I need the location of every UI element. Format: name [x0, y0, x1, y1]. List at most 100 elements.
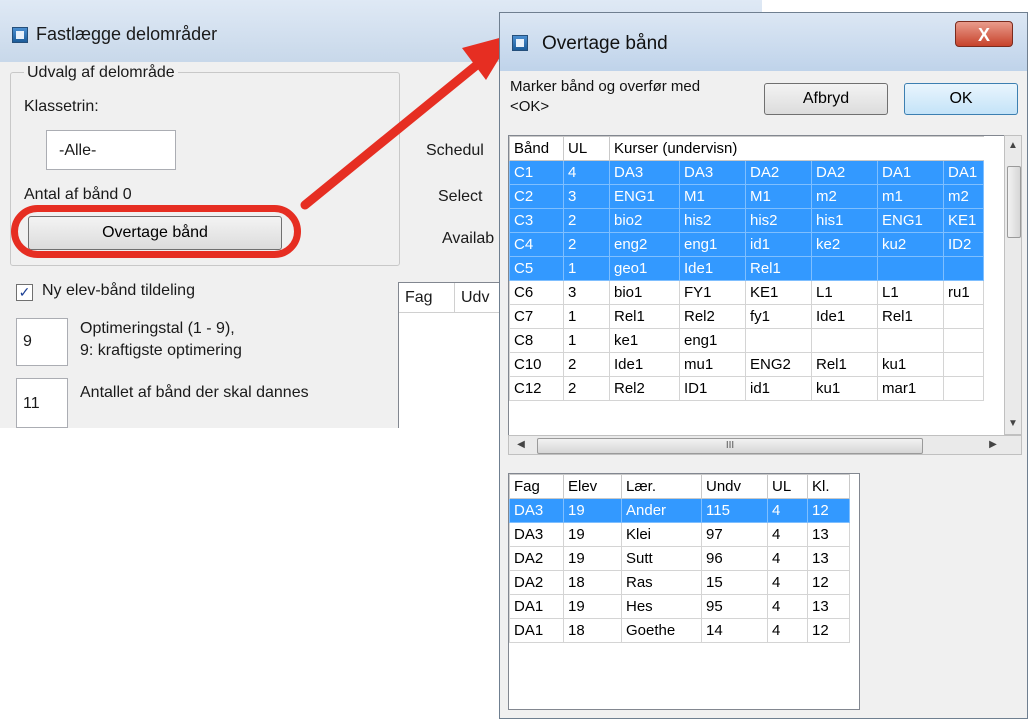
- band-cell[interactable]: C3: [509, 208, 564, 233]
- detail-cell[interactable]: Hes: [621, 594, 702, 619]
- band-cell[interactable]: [943, 328, 984, 353]
- band-cell[interactable]: 1: [563, 328, 610, 353]
- detail-cell[interactable]: 18: [563, 618, 622, 643]
- band-cell[interactable]: 2: [563, 376, 610, 401]
- detail-row[interactable]: DA1 19 Hes 95 4 13: [509, 594, 850, 619]
- band-cell[interactable]: ku1: [811, 376, 878, 401]
- detail-cell[interactable]: 96: [701, 546, 768, 571]
- band-row[interactable]: C5 1 geo1 Ide1 Rel1: [509, 256, 984, 281]
- detail-column-header[interactable]: Elev: [563, 474, 622, 499]
- band-cell[interactable]: 1: [563, 304, 610, 329]
- band-row[interactable]: C3 2 bio2 his2 his2 his1 ENG1 KE1: [509, 208, 984, 233]
- band-cell[interactable]: C4: [509, 232, 564, 257]
- detail-cell[interactable]: DA2: [509, 546, 564, 571]
- detail-cell[interactable]: 115: [701, 498, 768, 523]
- band-cell[interactable]: ke2: [811, 232, 878, 257]
- band-cell[interactable]: ke1: [609, 328, 680, 353]
- band-cell[interactable]: [877, 328, 944, 353]
- detail-cell[interactable]: 13: [807, 594, 850, 619]
- detail-column-header[interactable]: Undv: [701, 474, 768, 499]
- band-cell[interactable]: DA2: [811, 160, 878, 185]
- band-cell[interactable]: FY1: [679, 280, 746, 305]
- detail-cell[interactable]: DA2: [509, 570, 564, 595]
- band-cell[interactable]: C6: [509, 280, 564, 305]
- band-cell[interactable]: id1: [745, 376, 812, 401]
- band-cell[interactable]: [943, 352, 984, 377]
- scroll-right-arrow-icon[interactable]: ▶: [985, 439, 1001, 450]
- band-cell[interactable]: ENG1: [877, 208, 944, 233]
- band-cell[interactable]: ID2: [943, 232, 984, 257]
- vertical-scroll-thumb[interactable]: [1007, 166, 1021, 238]
- band-cell[interactable]: [943, 304, 984, 329]
- band-cell[interactable]: m2: [811, 184, 878, 209]
- band-cell[interactable]: eng2: [609, 232, 680, 257]
- band-cell[interactable]: 2: [563, 232, 610, 257]
- band-cell[interactable]: [943, 256, 984, 281]
- band-cell[interactable]: DA2: [745, 160, 812, 185]
- band-cell[interactable]: 2: [563, 352, 610, 377]
- ok-button[interactable]: OK: [904, 83, 1018, 115]
- band-cell[interactable]: m2: [943, 184, 984, 209]
- band-cell[interactable]: C5: [509, 256, 564, 281]
- band-cell[interactable]: geo1: [609, 256, 680, 281]
- detail-cell[interactable]: 12: [807, 618, 850, 643]
- detail-cell[interactable]: 19: [563, 522, 622, 547]
- detail-column-header[interactable]: Lær.: [621, 474, 702, 499]
- detail-cell[interactable]: 4: [767, 498, 808, 523]
- band-cell[interactable]: [877, 256, 944, 281]
- band-cell[interactable]: 2: [563, 208, 610, 233]
- afbryd-button[interactable]: Afbryd: [764, 83, 888, 115]
- band-cell[interactable]: DA3: [679, 160, 746, 185]
- band-cell[interactable]: M1: [745, 184, 812, 209]
- detail-cell[interactable]: 15: [701, 570, 768, 595]
- detail-cell[interactable]: Ras: [621, 570, 702, 595]
- band-cell[interactable]: id1: [745, 232, 812, 257]
- band-cell[interactable]: 4: [563, 160, 610, 185]
- band-cell[interactable]: his2: [745, 208, 812, 233]
- detail-cell[interactable]: 4: [767, 546, 808, 571]
- band-cell[interactable]: C2: [509, 184, 564, 209]
- band-cell[interactable]: DA3: [609, 160, 680, 185]
- detail-column-header[interactable]: Fag: [509, 474, 564, 499]
- band-cell[interactable]: 1: [563, 256, 610, 281]
- band-cell[interactable]: C8: [509, 328, 564, 353]
- band-cell[interactable]: m1: [877, 184, 944, 209]
- band-cell[interactable]: KE1: [745, 280, 812, 305]
- band-cell[interactable]: fy1: [745, 304, 812, 329]
- detail-cell[interactable]: DA1: [509, 594, 564, 619]
- scroll-left-arrow-icon[interactable]: ◀: [513, 439, 529, 450]
- close-button[interactable]: X: [955, 21, 1013, 47]
- band-row[interactable]: C4 2 eng2 eng1 id1 ke2 ku2 ID2: [509, 232, 984, 257]
- band-cell[interactable]: C1: [509, 160, 564, 185]
- band-cell[interactable]: C10: [509, 352, 564, 377]
- detail-cell[interactable]: 12: [807, 570, 850, 595]
- band-cell[interactable]: Rel1: [811, 352, 878, 377]
- detail-column-header[interactable]: Kl.: [807, 474, 850, 499]
- band-cell[interactable]: Rel2: [679, 304, 746, 329]
- band-cell[interactable]: ID1: [679, 376, 746, 401]
- band-cell[interactable]: Ide1: [811, 304, 878, 329]
- detail-cell[interactable]: Ander: [621, 498, 702, 523]
- detail-cell[interactable]: DA3: [509, 522, 564, 547]
- detail-cell[interactable]: 4: [767, 594, 808, 619]
- detail-grid[interactable]: Fag Elev Lær. Undv UL Kl. DA3 19 Ander 115 4 12 DA3 1…: [508, 473, 860, 710]
- band-cell[interactable]: Rel1: [609, 304, 680, 329]
- detail-row[interactable]: DA2 18 Ras 15 4 12: [509, 570, 850, 595]
- detail-cell[interactable]: 13: [807, 522, 850, 547]
- column-header-kurser[interactable]: Kurser (undervisn): [609, 136, 984, 161]
- band-cell[interactable]: KE1: [943, 208, 984, 233]
- band-cell[interactable]: ENG2: [745, 352, 812, 377]
- band-cell[interactable]: eng1: [679, 232, 746, 257]
- bands-table[interactable]: Bånd UL Kurser (undervisn) C1 4 DA3 DA3 DA2 D…: [509, 136, 984, 401]
- band-cell[interactable]: [811, 328, 878, 353]
- detail-cell[interactable]: 95: [701, 594, 768, 619]
- band-row[interactable]: C2 3 ENG1 M1 M1 m2 m1 m2: [509, 184, 984, 209]
- column-header-baand[interactable]: Bånd: [509, 136, 564, 161]
- band-cell[interactable]: M1: [679, 184, 746, 209]
- detail-cell[interactable]: 4: [767, 570, 808, 595]
- column-header-ul[interactable]: UL: [563, 136, 610, 161]
- band-row[interactable]: C6 3 bio1 FY1 KE1 L1 L1 ru1: [509, 280, 984, 305]
- band-cell[interactable]: Rel2: [609, 376, 680, 401]
- detail-table[interactable]: Fag Elev Lær. Undv UL Kl. DA3 19 Ander 115 4 12 DA3 1…: [509, 474, 850, 643]
- band-row[interactable]: C10 2 Ide1 mu1 ENG2 Rel1 ku1: [509, 352, 984, 377]
